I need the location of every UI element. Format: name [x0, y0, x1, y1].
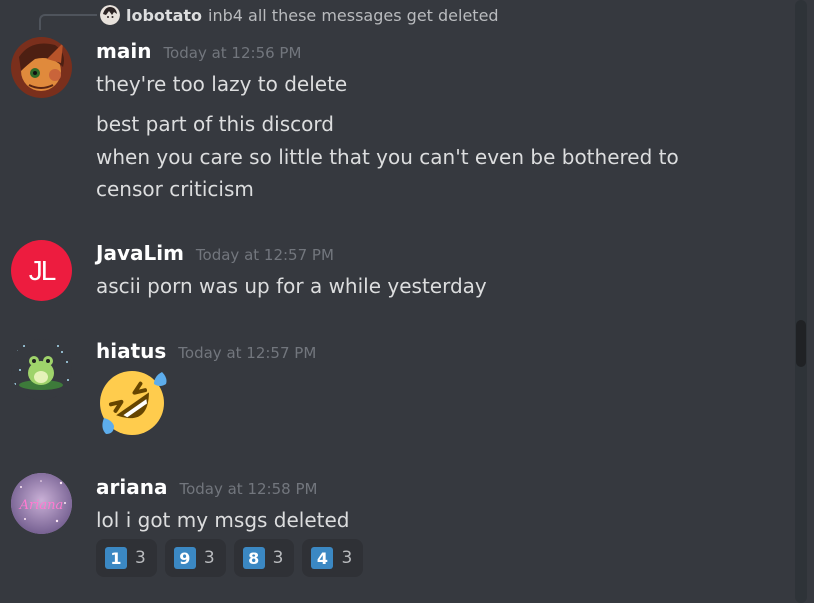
- username-hiatus[interactable]: hiatus: [96, 339, 166, 363]
- keycap-digit-icon: 4: [311, 547, 334, 569]
- reply-text[interactable]: inb4 all these messages get deleted: [208, 6, 499, 25]
- avatar-hiatus[interactable]: [11, 339, 72, 400]
- keycap-digit-icon: 9: [173, 547, 196, 569]
- timestamp: Today at 12:58 PM: [179, 480, 318, 498]
- rolling-on-floor-laughing-emoji[interactable]: [96, 366, 168, 438]
- username-javalim[interactable]: JavaLim: [96, 241, 184, 265]
- reaction-count: 3: [272, 548, 284, 568]
- message-text: when you care so little that you can't e…: [96, 145, 679, 169]
- message-header-main: main Today at 12:56 PM: [96, 39, 301, 63]
- reaction-keycap-4[interactable]: 4 3: [302, 539, 364, 577]
- avatar-initials: JL: [28, 254, 57, 286]
- reaction-keycap-8[interactable]: 8 3: [233, 539, 295, 577]
- reply-avatar[interactable]: [100, 5, 120, 25]
- reaction-count: 3: [203, 548, 215, 568]
- scrollbar-thumb[interactable]: [796, 320, 806, 367]
- reactions-bar: 1 3 9 3 8 3 4 3: [96, 539, 364, 577]
- timestamp: Today at 12:57 PM: [178, 344, 317, 362]
- username-ariana[interactable]: ariana: [96, 475, 167, 499]
- message-header-ariana: ariana Today at 12:58 PM: [96, 475, 317, 499]
- reaction-keycap-9[interactable]: 9 3: [164, 539, 226, 577]
- message-text: lol i got my msgs deleted: [96, 508, 350, 532]
- avatar-javalim[interactable]: JL: [11, 240, 72, 301]
- timestamp: Today at 12:57 PM: [195, 246, 334, 264]
- timestamp: Today at 12:56 PM: [163, 44, 302, 62]
- message-text: they're too lazy to delete: [96, 72, 348, 96]
- keycap-digit-icon: 8: [242, 547, 265, 569]
- message-header-javalim: JavaLim Today at 12:57 PM: [96, 241, 334, 265]
- keycap-digit-icon: 1: [105, 547, 127, 569]
- message-header-hiatus: hiatus Today at 12:57 PM: [96, 339, 316, 363]
- scrollbar-track[interactable]: [795, 0, 807, 603]
- reply-reference[interactable]: lobotato inb4 all these messages get del…: [100, 4, 499, 26]
- message-text: ascii porn was up for a while yesterday: [96, 274, 487, 298]
- reaction-count: 3: [341, 548, 353, 568]
- avatar-ariana[interactable]: Ariana: [11, 473, 72, 534]
- avatar-main[interactable]: [11, 37, 72, 98]
- reply-author[interactable]: lobotato: [126, 6, 202, 25]
- avatar-script-text: Ariana: [19, 498, 64, 513]
- username-main[interactable]: main: [96, 39, 151, 63]
- message-text: best part of this discord: [96, 112, 334, 136]
- reply-connector-line: [39, 14, 97, 30]
- reaction-keycap-1[interactable]: 1 3: [96, 539, 157, 577]
- message-text: censor criticism: [96, 177, 254, 201]
- reaction-count: 3: [135, 548, 146, 568]
